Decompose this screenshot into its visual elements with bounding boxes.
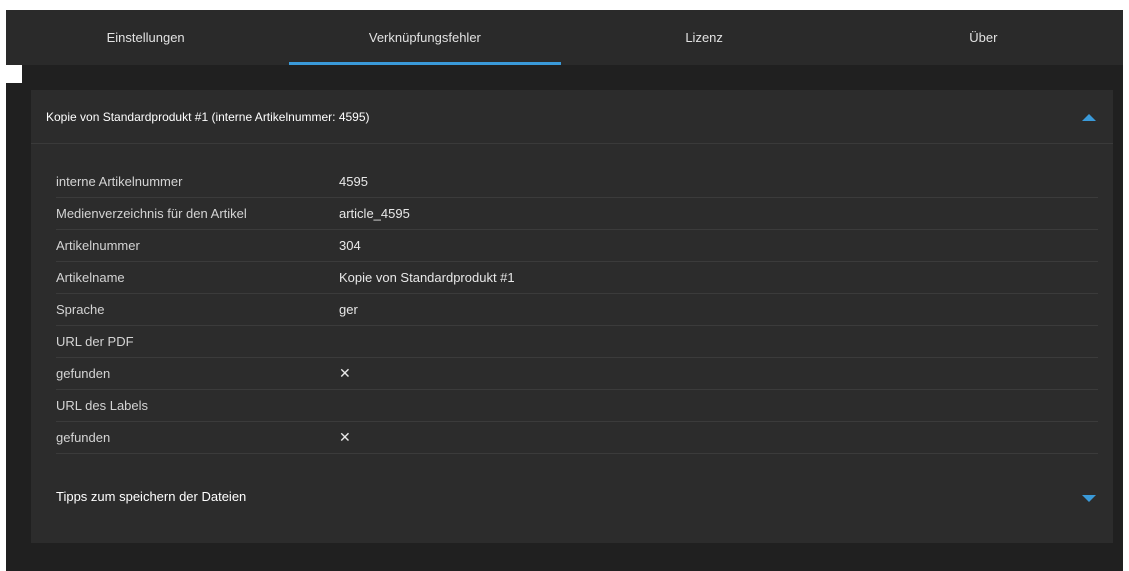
row-value: 304 bbox=[339, 238, 361, 253]
panel-header[interactable]: Kopie von Standardprodukt #1 (interne Ar… bbox=[31, 90, 1113, 144]
table-row: gefunden ✕ bbox=[56, 358, 1098, 390]
table-row: URL des Labels bbox=[56, 390, 1098, 422]
row-key: gefunden bbox=[56, 430, 111, 445]
row-key: Artikelnummer bbox=[56, 238, 140, 253]
close-icon: ✕ bbox=[339, 429, 351, 445]
tab-label: Verknüpfungsfehler bbox=[368, 30, 481, 45]
tab-label: Einstellungen bbox=[106, 30, 185, 45]
edge-strip bbox=[6, 65, 22, 83]
tab-label: Lizenz bbox=[685, 30, 723, 45]
tips-toggle[interactable]: Tipps zum speichern der Dateien bbox=[56, 478, 1098, 514]
row-value: article_4595 bbox=[339, 206, 410, 221]
table-row: URL der PDF bbox=[56, 326, 1098, 358]
row-key: gefunden bbox=[56, 366, 111, 381]
row-value: ger bbox=[339, 302, 358, 317]
tab-lizenz[interactable]: Lizenz bbox=[565, 10, 844, 65]
row-key: URL des Labels bbox=[56, 398, 149, 413]
table-row: Sprache ger bbox=[56, 294, 1098, 326]
table-row: gefunden ✕ bbox=[56, 422, 1098, 454]
tab-einstellungen[interactable]: Einstellungen bbox=[6, 10, 285, 65]
close-icon: ✕ bbox=[339, 365, 351, 381]
row-key: Medienverzeichnis für den Artikel bbox=[56, 206, 247, 221]
row-key: Artikelname bbox=[56, 270, 125, 285]
row-key: URL der PDF bbox=[56, 334, 134, 349]
tab-label: Über bbox=[969, 30, 998, 45]
app-window: Einstellungen Verknüpfungsfehler Lizenz … bbox=[6, 10, 1123, 571]
table-row: Artikelnummer 304 bbox=[56, 230, 1098, 262]
chevron-down-icon[interactable] bbox=[1082, 495, 1096, 502]
table-row: Artikelname Kopie von Standardprodukt #1 bbox=[56, 262, 1098, 294]
panel-title: Kopie von Standardprodukt #1 (interne Ar… bbox=[46, 109, 370, 124]
tab-bar: Einstellungen Verknüpfungsfehler Lizenz … bbox=[6, 10, 1123, 65]
row-key: interne Artikelnummer bbox=[56, 174, 183, 189]
details-table: interne Artikelnummer 4595 Medienverzeic… bbox=[56, 166, 1098, 454]
row-value: Kopie von Standardprodukt #1 bbox=[339, 270, 515, 285]
chevron-up-icon[interactable] bbox=[1082, 114, 1096, 121]
table-row: Medienverzeichnis für den Artikel articl… bbox=[56, 198, 1098, 230]
row-value: 4595 bbox=[339, 174, 368, 189]
tips-label: Tipps zum speichern der Dateien bbox=[56, 488, 247, 504]
link-error-panel: Kopie von Standardprodukt #1 (interne Ar… bbox=[31, 90, 1113, 543]
row-key: Sprache bbox=[56, 302, 105, 317]
table-row: interne Artikelnummer 4595 bbox=[56, 166, 1098, 198]
tab-verknuepfungsfehler[interactable]: Verknüpfungsfehler bbox=[285, 10, 564, 65]
tab-ueber[interactable]: Über bbox=[844, 10, 1123, 65]
